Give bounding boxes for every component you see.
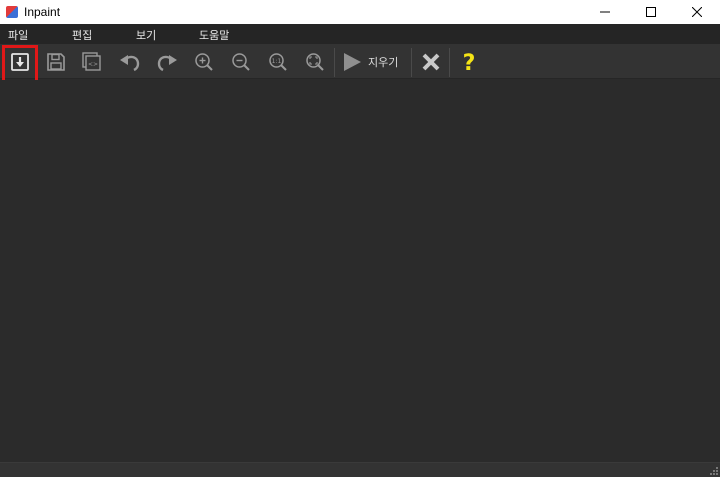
zoom-actual-size-button[interactable]: 1:1 — [261, 45, 295, 79]
window-controls — [582, 0, 720, 24]
resize-grip-icon[interactable] — [710, 467, 718, 475]
menu-file[interactable]: 파일 — [8, 27, 28, 43]
zoom-actual-size-icon: 1:1 — [269, 53, 287, 71]
erase-button[interactable]: 지우기 — [340, 45, 410, 79]
cancel-button[interactable] — [414, 45, 448, 79]
compare-icon: <> — [82, 52, 101, 71]
open-file-icon — [11, 53, 29, 71]
cross-icon — [422, 53, 440, 71]
window-title: Inpaint — [24, 5, 61, 19]
toolbar-separator — [334, 48, 335, 77]
zoom-out-button[interactable] — [224, 45, 258, 79]
redo-button[interactable] — [150, 45, 184, 79]
help-button[interactable]: ? — [452, 45, 486, 79]
zoom-fit-button[interactable] — [298, 45, 332, 79]
close-icon — [692, 7, 702, 17]
question-mark-icon: ? — [463, 51, 476, 73]
minimize-button[interactable] — [582, 0, 628, 24]
zoom-in-icon — [195, 53, 213, 71]
toolbar-separator — [411, 48, 412, 77]
image-canvas[interactable] — [0, 80, 720, 462]
compare-button[interactable]: <> — [75, 45, 109, 79]
close-button[interactable] — [674, 0, 720, 24]
status-bar — [0, 462, 720, 477]
title-bar: Inpaint — [0, 0, 720, 24]
menu-edit[interactable]: 편집 — [72, 27, 92, 43]
erase-label: 지우기 — [368, 56, 399, 69]
svg-text:<>: <> — [88, 61, 98, 68]
toolbar: <> 1:1 지우기 ? — [0, 44, 720, 84]
menu-help[interactable]: 도움말 — [199, 27, 229, 43]
app-icon — [6, 6, 18, 18]
zoom-fit-icon — [306, 53, 324, 71]
svg-text:?: ? — [463, 51, 476, 73]
zoom-out-icon — [232, 53, 250, 71]
redo-icon — [157, 55, 177, 72]
undo-icon — [120, 55, 140, 72]
open-file-button[interactable] — [3, 45, 37, 79]
menu-bar: 파일 편집 보기 도움말 — [0, 24, 720, 44]
menu-view[interactable]: 보기 — [136, 27, 156, 43]
toolbar-separator — [449, 48, 450, 77]
save-button[interactable] — [39, 45, 73, 79]
undo-button[interactable] — [113, 45, 147, 79]
zoom-in-button[interactable] — [187, 45, 221, 79]
minimize-icon — [600, 11, 610, 13]
maximize-icon — [646, 7, 656, 17]
play-icon — [344, 53, 361, 71]
save-icon — [47, 53, 65, 71]
zoom-actual-label: 1:1 — [272, 58, 282, 65]
maximize-button[interactable] — [628, 0, 674, 24]
